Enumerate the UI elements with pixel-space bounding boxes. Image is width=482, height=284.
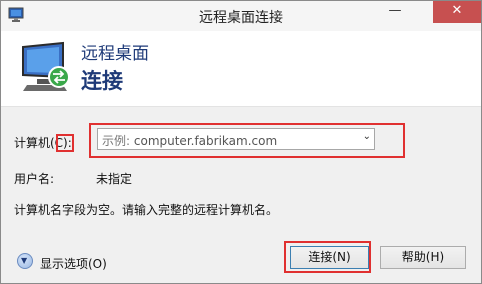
connect-button[interactable]: 连接(N) bbox=[290, 246, 369, 269]
banner-title-line2: 连接 bbox=[81, 69, 123, 93]
expand-options-icon[interactable]: ▼ bbox=[17, 253, 33, 269]
banner: 远程桌面 连接 bbox=[1, 31, 481, 107]
chevron-down-icon[interactable]: ⌄ bbox=[363, 131, 371, 142]
dialog-body: 计算机(C): 示例: computer.fabrikam.com ⌄ 用户名:… bbox=[1, 107, 481, 283]
remote-desktop-logo-icon bbox=[22, 41, 70, 91]
computer-label: 计算机(C): bbox=[14, 136, 72, 150]
banner-title-line1: 远程桌面 bbox=[81, 44, 149, 64]
help-button[interactable]: 帮助(H) bbox=[380, 246, 466, 269]
title-bar[interactable]: 远程桌面连接 — ✕ bbox=[1, 1, 481, 31]
show-options-link[interactable]: 显示选项(O) bbox=[40, 255, 107, 272]
close-button[interactable]: ✕ bbox=[433, 1, 481, 23]
rdp-window: 远程桌面连接 — ✕ 远程桌面 连接 计算机(C): 示例: computer.… bbox=[0, 0, 482, 284]
minimize-button[interactable]: — bbox=[382, 1, 408, 23]
computer-placeholder-prefix: 示例: bbox=[102, 134, 131, 148]
status-message: 计算机名字段为空。请输入完整的远程计算机名。 bbox=[14, 203, 279, 217]
username-label: 用户名: bbox=[14, 172, 55, 186]
computer-placeholder: computer.fabrikam.com bbox=[133, 134, 278, 148]
computer-combobox[interactable]: 示例: computer.fabrikam.com ⌄ bbox=[97, 128, 375, 150]
username-value: 未指定 bbox=[96, 172, 133, 186]
window-title: 远程桌面连接 bbox=[199, 10, 283, 26]
